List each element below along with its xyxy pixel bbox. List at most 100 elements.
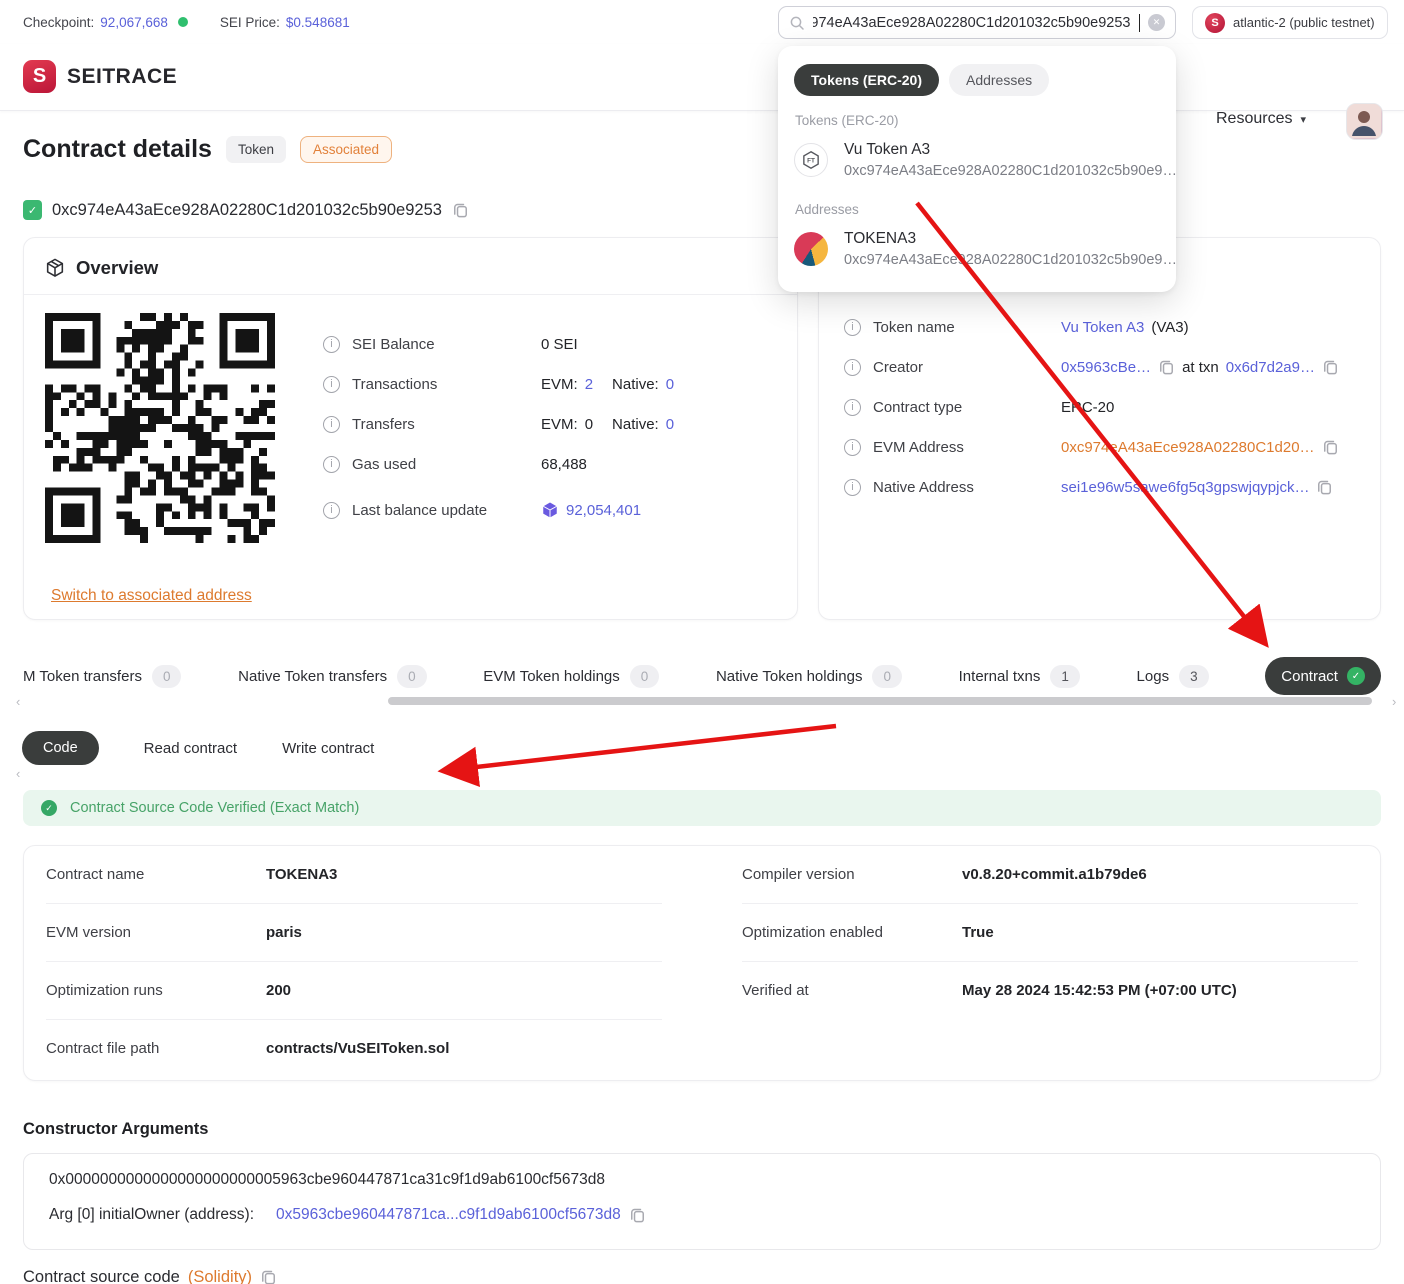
tab-internal-txns[interactable]: Internal txns 1 <box>959 664 1080 688</box>
info-icon[interactable]: i <box>844 358 861 376</box>
arg0-label: Arg [0] initialOwner (address): <box>49 1206 255 1223</box>
token-info-card: i Token name Vu Token A3 (VA3) i Creator 0x… <box>818 237 1381 620</box>
cube-icon <box>44 257 66 279</box>
row-label: Optimization enabled <box>742 924 883 941</box>
count-badge: 0 <box>397 664 427 688</box>
copy-creator-icon[interactable] <box>1158 359 1175 376</box>
info-icon[interactable]: i <box>323 375 340 393</box>
transactions-native-count[interactable]: 0 <box>666 376 674 393</box>
copy-evm-address-icon[interactable] <box>1322 439 1339 456</box>
row-value: 200 <box>266 982 292 999</box>
info-icon[interactable]: i <box>844 318 861 336</box>
resources-menu[interactable]: Resources ▾ <box>1216 110 1306 128</box>
tab-label: EVM Token holdings <box>483 667 620 685</box>
tab-native-token-transfers[interactable]: Native Token transfers 0 <box>238 664 427 688</box>
at-txn-label: at txn <box>1182 358 1219 376</box>
optimization-runs-row: Optimization runs 200 <box>46 962 662 1020</box>
network-label: atlantic-2 (public testnet) <box>1233 15 1375 30</box>
status-dot-icon <box>177 17 188 27</box>
creator-link[interactable]: 0x5963cBe… <box>1061 359 1151 376</box>
overview-title: Overview <box>76 257 159 278</box>
row-value: May 28 2024 15:42:53 PM (+07:00 UTC) <box>962 982 1237 999</box>
evm-version-row: EVM version paris <box>46 904 662 962</box>
contract-info-right: Compiler version v0.8.20+commit.a1b79de6… <box>742 846 1358 1077</box>
switch-associated-link[interactable]: Switch to associated address <box>51 587 252 605</box>
native-address-link[interactable]: sei1e96w5sawe6fg5q3gpswjqypjck… <box>1061 479 1309 496</box>
main-header: S SEITRACE ▾ Resources ▾ <box>0 44 1404 140</box>
sei-price-label: SEI Price: <box>219 14 280 30</box>
clear-search-icon[interactable]: ✕ <box>1148 14 1165 31</box>
native-address-label: Native Address <box>873 478 974 496</box>
info-icon[interactable]: i <box>844 398 861 416</box>
token-name-link[interactable]: Vu Token A3 <box>1061 319 1144 336</box>
row-value: TOKENA3 <box>266 866 338 883</box>
subtab-code[interactable]: Code <box>22 731 99 765</box>
page-title-row: Contract details Token Associated <box>23 135 393 164</box>
constructor-args-box: 0x0000000000000000000000005963cbe9604478… <box>23 1153 1381 1250</box>
row-value: paris <box>266 924 302 941</box>
transfers-native-count[interactable]: 0 <box>666 416 674 433</box>
native-label: Native: <box>612 415 659 433</box>
contract-name-row: Contract name TOKENA3 <box>46 846 662 904</box>
info-icon[interactable]: i <box>844 478 861 496</box>
sei-price-value: $0.548681 <box>285 14 350 30</box>
scroll-left-icon[interactable]: ‹ <box>16 694 20 709</box>
creation-txn-link[interactable]: 0x6d7d2a9… <box>1226 359 1315 376</box>
tabs-scrollbar[interactable] <box>388 697 1372 705</box>
tab-label: Logs <box>1136 667 1170 685</box>
associated-badge: Associated <box>299 136 393 163</box>
arg0-value-link[interactable]: 0x5963cbe960447871ca...c9f1d9ab6100cf567… <box>276 1206 621 1224</box>
overview-card: Overview Switch to associated address iS… <box>23 237 798 620</box>
evm-address-link[interactable]: 0xc974eA43aEce928A02280C1d20… <box>1061 439 1315 456</box>
contract-subtabs: Code Read contract Write contract <box>22 731 374 765</box>
scroll-right-icon[interactable]: › <box>1392 694 1396 709</box>
copy-address-icon[interactable] <box>452 202 469 219</box>
search-input[interactable]: 974eA43aEce928A02280C1d201032c5b90e9253 … <box>778 6 1176 39</box>
subtab-read-contract[interactable]: Read contract <box>144 740 237 757</box>
copy-arg-icon[interactable] <box>629 1207 646 1224</box>
annotation-arrows <box>437 201 1269 787</box>
pie-avatar-icon <box>794 232 828 266</box>
tab-label: Native Token transfers <box>238 667 388 685</box>
tab-native-token-holdings[interactable]: Native Token holdings 0 <box>716 664 902 688</box>
annotation-arrow-to-subtabs <box>437 723 837 787</box>
contract-details-page: Checkpoint: 92,067,668 SEI Price: $0.548… <box>0 0 1404 1284</box>
filter-pill-addresses[interactable]: Addresses <box>948 64 1050 96</box>
topbar: Checkpoint: 92,067,668 SEI Price: $0.548… <box>0 0 1404 44</box>
user-avatar[interactable] <box>1346 103 1383 140</box>
filter-pill-tokens[interactable]: Tokens (ERC-20) <box>794 64 939 96</box>
verified-banner-text: Contract Source Code Verified (Exact Mat… <box>70 800 360 816</box>
token-result-item[interactable]: Vu Token A3 0xc974eA43aEce928A02280C1d20… <box>794 139 1177 181</box>
info-icon[interactable]: i <box>323 415 340 433</box>
row-label: Optimization runs <box>46 982 163 999</box>
subtab-write-contract[interactable]: Write contract <box>282 740 374 757</box>
count-badge: 0 <box>629 664 660 688</box>
checkpoint-value[interactable]: 92,067,668 <box>100 15 168 30</box>
last-balance-value[interactable]: 92,054,401 <box>566 502 641 519</box>
tab-evm-token-holdings[interactable]: EVM Token holdings 0 <box>483 664 660 688</box>
resources-label: Resources <box>1216 110 1293 127</box>
copy-txn-icon[interactable] <box>1322 359 1339 376</box>
search-value[interactable]: 974eA43aEce928A02280C1d201032c5b90e9253 <box>813 15 1131 31</box>
tab-logs[interactable]: Logs 3 <box>1136 664 1209 688</box>
block-cube-icon <box>541 501 559 519</box>
sei-balance-value: 0 SEI <box>541 335 578 353</box>
info-icon[interactable]: i <box>323 455 340 473</box>
source-code-label: Contract source code <box>23 1268 180 1284</box>
info-icon[interactable]: i <box>323 335 340 353</box>
info-icon[interactable]: i <box>844 438 861 456</box>
transactions-evm-count[interactable]: 2 <box>585 376 593 393</box>
contract-file-path-row: Contract file path contracts/VuSEIToken.… <box>46 1020 662 1077</box>
info-icon[interactable]: i <box>323 501 340 519</box>
brand-logo[interactable]: S SEITRACE <box>23 60 177 93</box>
row-label: Compiler version <box>742 866 855 883</box>
address-result-item[interactable]: TOKENA3 0xc974eA43aEce928A02280C1d201032… <box>794 228 1177 270</box>
copy-native-address-icon[interactable] <box>1316 479 1333 496</box>
scroll-left-icon[interactable]: ‹ <box>16 766 20 781</box>
copy-source-icon[interactable] <box>260 1269 277 1284</box>
tab-token-transfers[interactable]: M Token transfers 0 <box>23 664 182 688</box>
tab-contract[interactable]: Contract ✓ <box>1265 657 1381 695</box>
gas-used-row: i Gas used 68,488 <box>323 444 674 484</box>
network-selector[interactable]: S atlantic-2 (public testnet) <box>1192 6 1388 39</box>
addresses-section-title: Addresses <box>795 202 859 217</box>
